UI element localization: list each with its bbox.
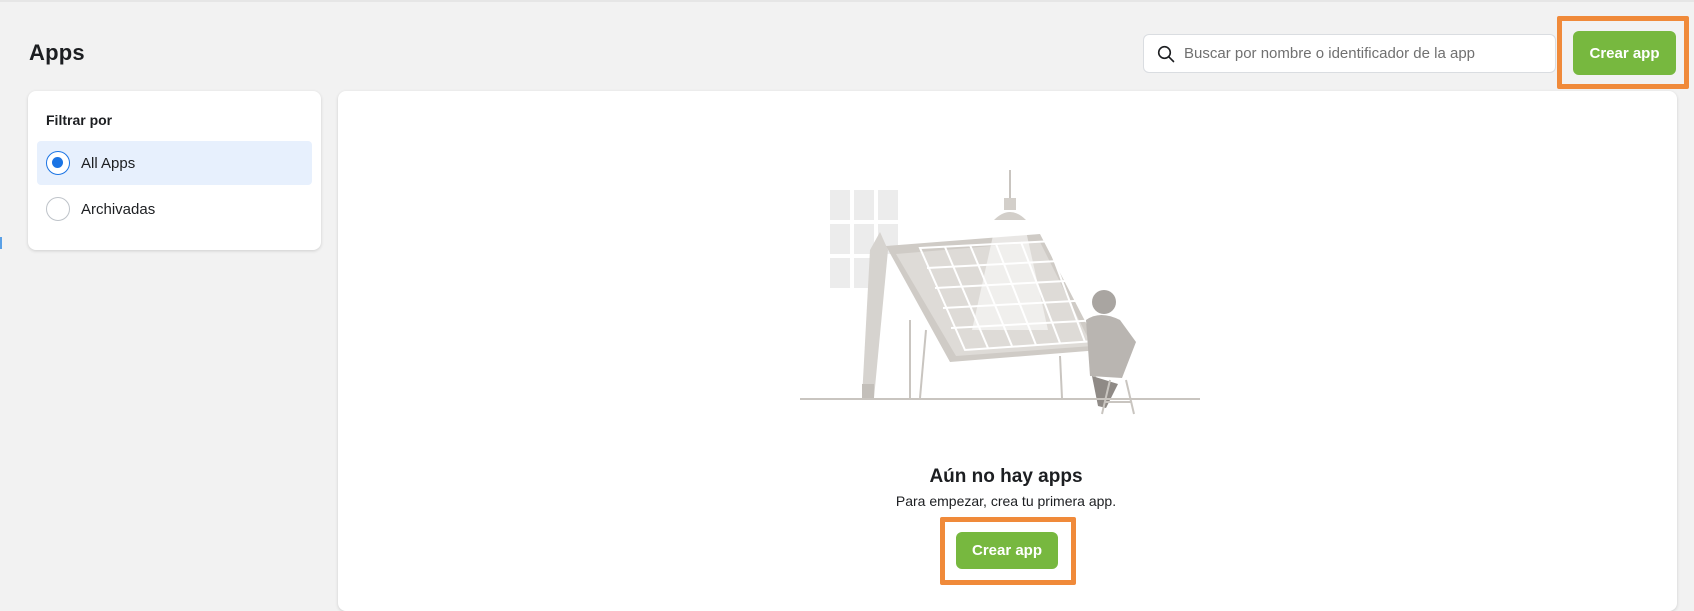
empty-state-subtitle: Para empezar, crea tu primera app. xyxy=(895,493,1117,509)
filter-panel: Filtrar por All Apps Archivadas xyxy=(28,91,321,250)
empty-state-illustration xyxy=(800,170,1200,415)
search-box[interactable] xyxy=(1143,34,1556,73)
empty-state-title: Aún no hay apps xyxy=(929,466,1083,487)
filter-option-archived[interactable]: Archivadas xyxy=(37,187,312,231)
search-input[interactable] xyxy=(1184,38,1544,69)
filter-option-label: Archivadas xyxy=(81,200,156,218)
radio-archived[interactable] xyxy=(46,197,70,221)
edge-mark xyxy=(0,237,2,249)
filter-option-label: All Apps xyxy=(81,154,136,172)
radio-all-apps[interactable] xyxy=(46,151,70,175)
filter-option-all-apps[interactable]: All Apps xyxy=(37,141,312,185)
filter-title: Filtrar por xyxy=(46,112,113,128)
page-title: Apps xyxy=(29,40,85,65)
create-app-button-empty-state[interactable]: Crear app xyxy=(956,532,1058,569)
create-app-button-header[interactable]: Crear app xyxy=(1573,31,1676,75)
search-icon xyxy=(1157,45,1175,62)
